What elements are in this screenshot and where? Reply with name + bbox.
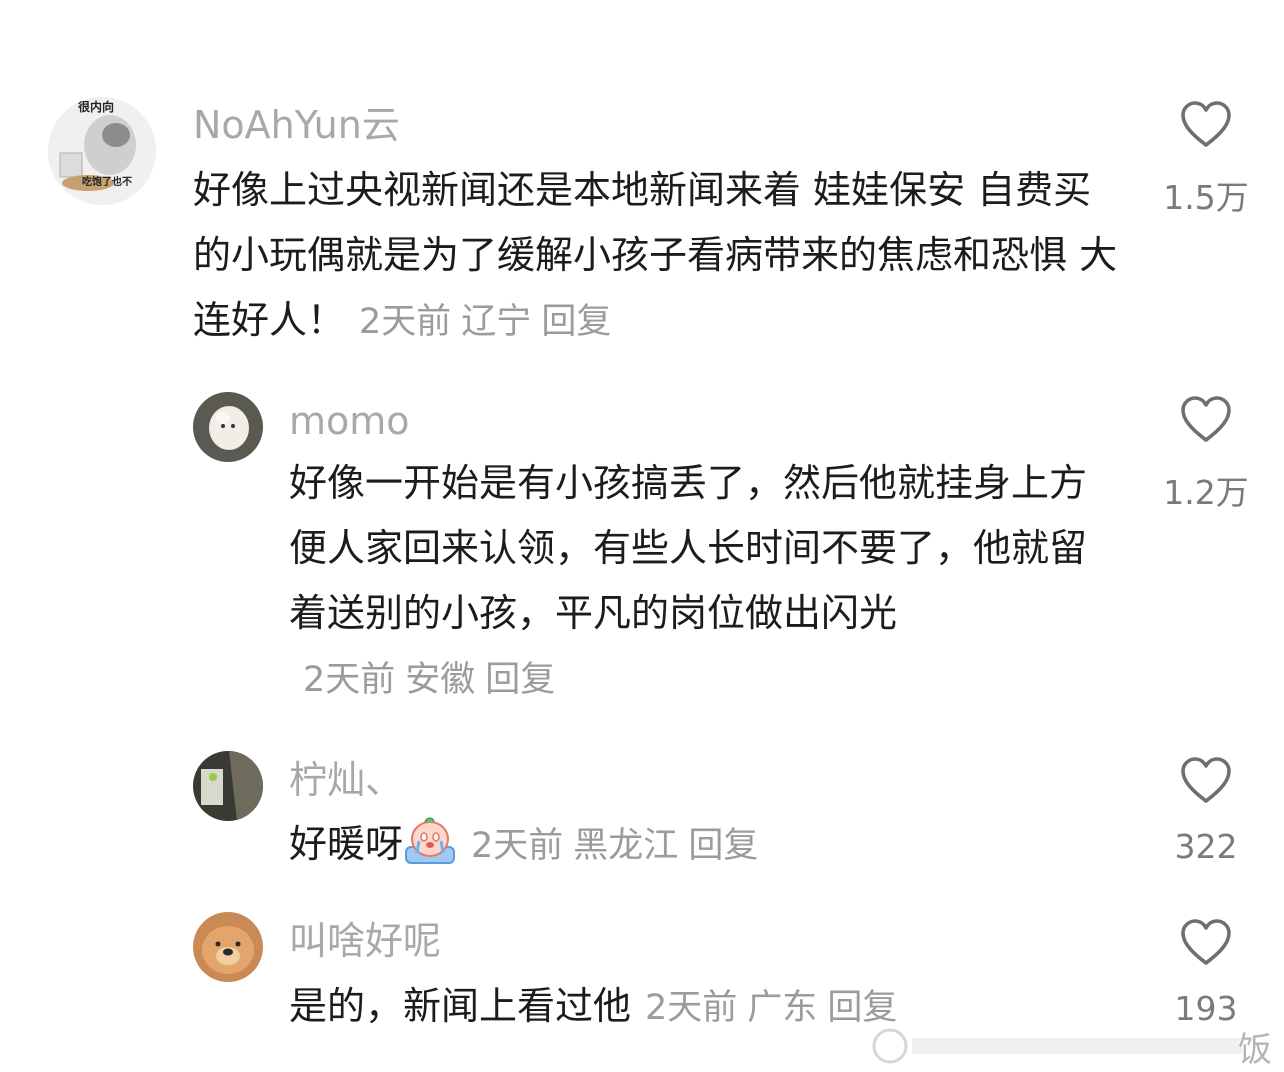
heart-icon <box>1181 396 1231 442</box>
watermark-text: 饭 <box>1238 1030 1272 1070</box>
comment-meta: 2天前 广东 回复 <box>631 988 897 1028</box>
comment-text: 好像上过央视新闻还是本地新闻来着 娃娃保安 自费买的小玩偶就是为了缓解小孩子看病… <box>193 168 1118 342</box>
cat-avatar-image: 很内向 吃饱了也不 <box>48 97 156 205</box>
like-count: 1.2万 <box>1163 473 1249 512</box>
comment-meta: 2天前 辽宁 回复 <box>345 302 611 342</box>
svg-text:很内向: 很内向 <box>77 99 114 114</box>
comment-body: 好暖呀 2天前 黑龙江 回复 <box>289 812 1109 879</box>
reply-button[interactable]: 回复 <box>485 660 555 700</box>
photo-avatar-image <box>193 751 263 821</box>
avatar[interactable] <box>193 751 263 821</box>
avatar[interactable] <box>193 392 263 462</box>
like-button[interactable]: 1.2万 <box>1146 396 1266 514</box>
avatar[interactable]: 很内向 吃饱了也不 <box>48 97 156 205</box>
comment-time: 2天前 <box>471 826 564 866</box>
reply-button[interactable]: 回复 <box>541 302 611 342</box>
heart-icon <box>1181 101 1231 147</box>
username[interactable]: momo <box>289 402 410 440</box>
svg-text:吃饱了也不: 吃饱了也不 <box>82 175 132 188</box>
avatar[interactable] <box>193 912 263 982</box>
crying-face-emoji <box>405 817 456 864</box>
dog-avatar-image <box>193 912 263 982</box>
like-button[interactable]: 1.5万 <box>1146 101 1266 219</box>
cat-avatar-image <box>193 392 263 462</box>
like-count: 1.5万 <box>1163 178 1249 217</box>
username[interactable]: 叫啥好呢 <box>289 922 441 960</box>
reply-button[interactable]: 回复 <box>688 826 758 866</box>
comment-body: 好像上过央视新闻还是本地新闻来着 娃娃保安 自费买的小玩偶就是为了缓解小孩子看病… <box>193 158 1128 355</box>
comment-time: 2天前 <box>645 988 738 1028</box>
comment-location: 安徽 <box>405 660 476 700</box>
like-button[interactable]: 322 <box>1146 757 1266 866</box>
comment-location: 广东 <box>747 988 818 1028</box>
heart-icon <box>1181 757 1231 803</box>
comment-text: 好暖呀 <box>289 822 404 866</box>
comment-location: 黑龙江 <box>573 826 679 866</box>
comment-meta: 2天前 安徽 回复 <box>289 660 555 700</box>
heart-icon <box>1181 919 1231 965</box>
username[interactable]: 柠灿、 <box>289 761 403 799</box>
watermark-overlay <box>872 1028 1242 1064</box>
comment-meta: 2天前 黑龙江 回复 <box>457 826 758 866</box>
comment-location: 辽宁 <box>461 302 532 342</box>
like-button[interactable]: 193 <box>1146 919 1266 1028</box>
comment-body: 好像一开始是有小孩搞丢了，然后他就挂身上方便人家回来认领，有些人长时间不要了，他… <box>289 451 1089 713</box>
like-count: 322 <box>1174 827 1238 866</box>
comment-text: 好像一开始是有小孩搞丢了，然后他就挂身上方便人家回来认领，有些人长时间不要了，他… <box>289 461 1088 635</box>
comment-text: 是的，新闻上看过他 <box>289 984 632 1028</box>
username[interactable]: NoAhYun云 <box>193 106 400 144</box>
reply-button[interactable]: 回复 <box>827 988 897 1028</box>
comment-time: 2天前 <box>303 660 396 700</box>
comment-time: 2天前 <box>359 302 452 342</box>
